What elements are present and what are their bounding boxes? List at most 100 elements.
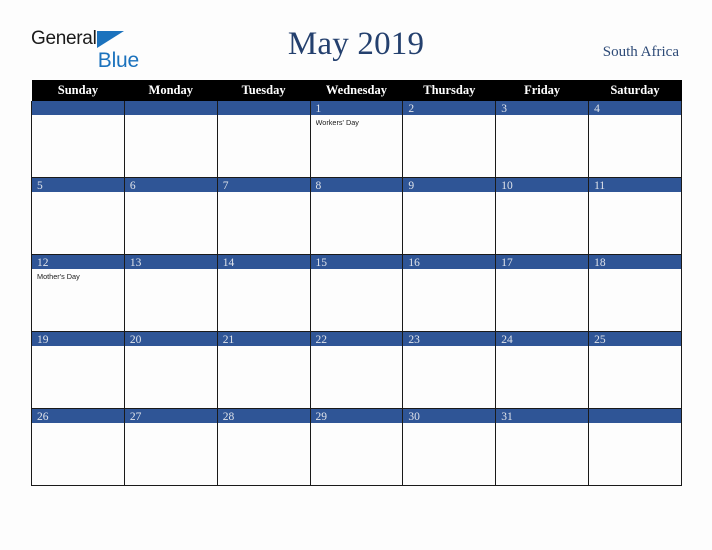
day-number: 8 [315, 180, 322, 192]
calendar-day-cell[interactable]: 15 [309, 254, 404, 332]
calendar-day-cell[interactable]: 24 [495, 331, 590, 409]
day-events [589, 192, 681, 195]
calendar-day-cell[interactable]: 9 [402, 177, 497, 255]
day-number: 21 [222, 334, 235, 346]
calendar-day-cell[interactable]: 27 [123, 408, 218, 486]
calendar-empty-cell[interactable] [216, 101, 311, 178]
day-events [589, 269, 681, 272]
calendar-day-cell[interactable]: 31 [495, 408, 590, 486]
day-events [403, 423, 495, 426]
day-event-label[interactable]: Workers' Day [316, 118, 399, 127]
day-number-bar: 12 [32, 255, 124, 269]
day-events [403, 346, 495, 349]
day-number: 13 [129, 257, 142, 269]
day-events [32, 346, 124, 349]
day-events: Mother's Day [32, 269, 124, 281]
calendar-empty-cell[interactable] [588, 408, 682, 486]
calendar-day-cell[interactable]: 25 [588, 331, 682, 409]
calendar-header-row: Sunday Monday Tuesday Wednesday Thursday… [31, 80, 682, 101]
calendar-day-cell[interactable]: 30 [402, 408, 497, 486]
calendar-day-cell[interactable]: 13 [123, 254, 218, 332]
day-number-bar: 25 [589, 332, 681, 346]
day-number: 14 [222, 257, 235, 269]
day-number: 27 [129, 411, 142, 423]
calendar-day-cell[interactable]: 19 [31, 331, 125, 409]
calendar-day-cell[interactable]: 4 [588, 101, 682, 178]
day-events [311, 269, 403, 272]
day-events [311, 346, 403, 349]
calendar-day-cell[interactable]: 26 [31, 408, 125, 486]
calendar-day-cell[interactable]: 10 [495, 177, 590, 255]
day-number: 29 [315, 411, 328, 423]
day-number-bar: 26 [32, 409, 124, 423]
day-number-bar: 10 [496, 178, 589, 192]
day-number-bar: 4 [589, 101, 681, 115]
day-number-bar: 2 [403, 101, 496, 115]
calendar-day-cell[interactable]: 12 Mother's Day [31, 254, 125, 332]
calendar-day-cell[interactable]: 7 [216, 177, 311, 255]
day-events [311, 192, 403, 195]
calendar-day-cell[interactable]: 14 [216, 254, 311, 332]
day-number: 10 [501, 180, 513, 192]
day-number-bar: 16 [403, 255, 496, 269]
calendar-day-cell[interactable]: 11 [588, 177, 682, 255]
day-events [125, 115, 217, 118]
day-number-bar: 6 [124, 178, 217, 192]
day-number-bar [32, 101, 124, 115]
day-events [403, 192, 495, 195]
calendar-day-cell[interactable]: 23 [402, 331, 497, 409]
weekday-header-friday: Friday [495, 80, 589, 101]
calendar-empty-cell[interactable] [123, 101, 218, 178]
day-events [218, 115, 310, 118]
day-number-bar: 13 [124, 255, 217, 269]
day-number: 17 [501, 257, 513, 269]
weekday-header-wednesday: Wednesday [310, 80, 403, 101]
day-events [589, 346, 681, 349]
day-number: 5 [37, 180, 43, 192]
weekday-header-row: Sunday Monday Tuesday Wednesday Thursday… [31, 80, 682, 101]
calendar-day-cell[interactable]: 18 [588, 254, 682, 332]
calendar-empty-cell[interactable] [31, 101, 125, 178]
day-events: Workers' Day [311, 115, 403, 127]
day-number-bar: 31 [496, 409, 589, 423]
calendar-day-cell[interactable]: 3 [495, 101, 590, 178]
day-events [32, 115, 124, 118]
calendar-day-cell[interactable]: 22 [309, 331, 404, 409]
day-number-bar: 22 [310, 332, 403, 346]
day-number-bar [589, 409, 681, 423]
calendar-day-cell[interactable]: 5 [31, 177, 125, 255]
calendar-day-cell[interactable]: 2 [402, 101, 497, 178]
day-events [32, 192, 124, 195]
calendar-grid: Sunday Monday Tuesday Wednesday Thursday… [31, 80, 682, 486]
day-number-bar: 28 [217, 409, 310, 423]
day-number-bar: 11 [589, 178, 681, 192]
day-events [496, 423, 588, 426]
day-number: 30 [408, 411, 420, 423]
calendar-day-cell[interactable]: 8 [309, 177, 404, 255]
calendar-day-cell[interactable]: 16 [402, 254, 497, 332]
day-number-bar: 1 [310, 101, 403, 115]
day-number: 16 [408, 257, 420, 269]
day-number-bar: 20 [124, 332, 217, 346]
day-events [403, 115, 495, 118]
day-number-bar: 15 [310, 255, 403, 269]
day-event-label[interactable]: Mother's Day [37, 272, 120, 281]
page-header: General Blue May 2019 South Africa [0, 0, 712, 78]
calendar-day-cell[interactable]: 20 [123, 331, 218, 409]
calendar-day-cell[interactable]: 6 [123, 177, 218, 255]
weekday-header-monday: Monday [124, 80, 218, 101]
day-events [496, 115, 588, 118]
calendar-day-cell[interactable]: 28 [216, 408, 311, 486]
day-events [218, 423, 310, 426]
calendar-day-cell[interactable]: 1 Workers' Day [309, 101, 404, 178]
calendar-day-cell[interactable]: 17 [495, 254, 590, 332]
calendar-day-cell[interactable]: 29 [309, 408, 404, 486]
weekday-header-thursday: Thursday [402, 80, 496, 101]
day-events [589, 115, 681, 118]
calendar-day-cell[interactable]: 21 [216, 331, 311, 409]
day-number: 7 [222, 180, 229, 192]
day-events [589, 423, 681, 426]
day-events [125, 346, 217, 349]
day-number: 11 [594, 180, 606, 192]
day-events [125, 269, 217, 272]
